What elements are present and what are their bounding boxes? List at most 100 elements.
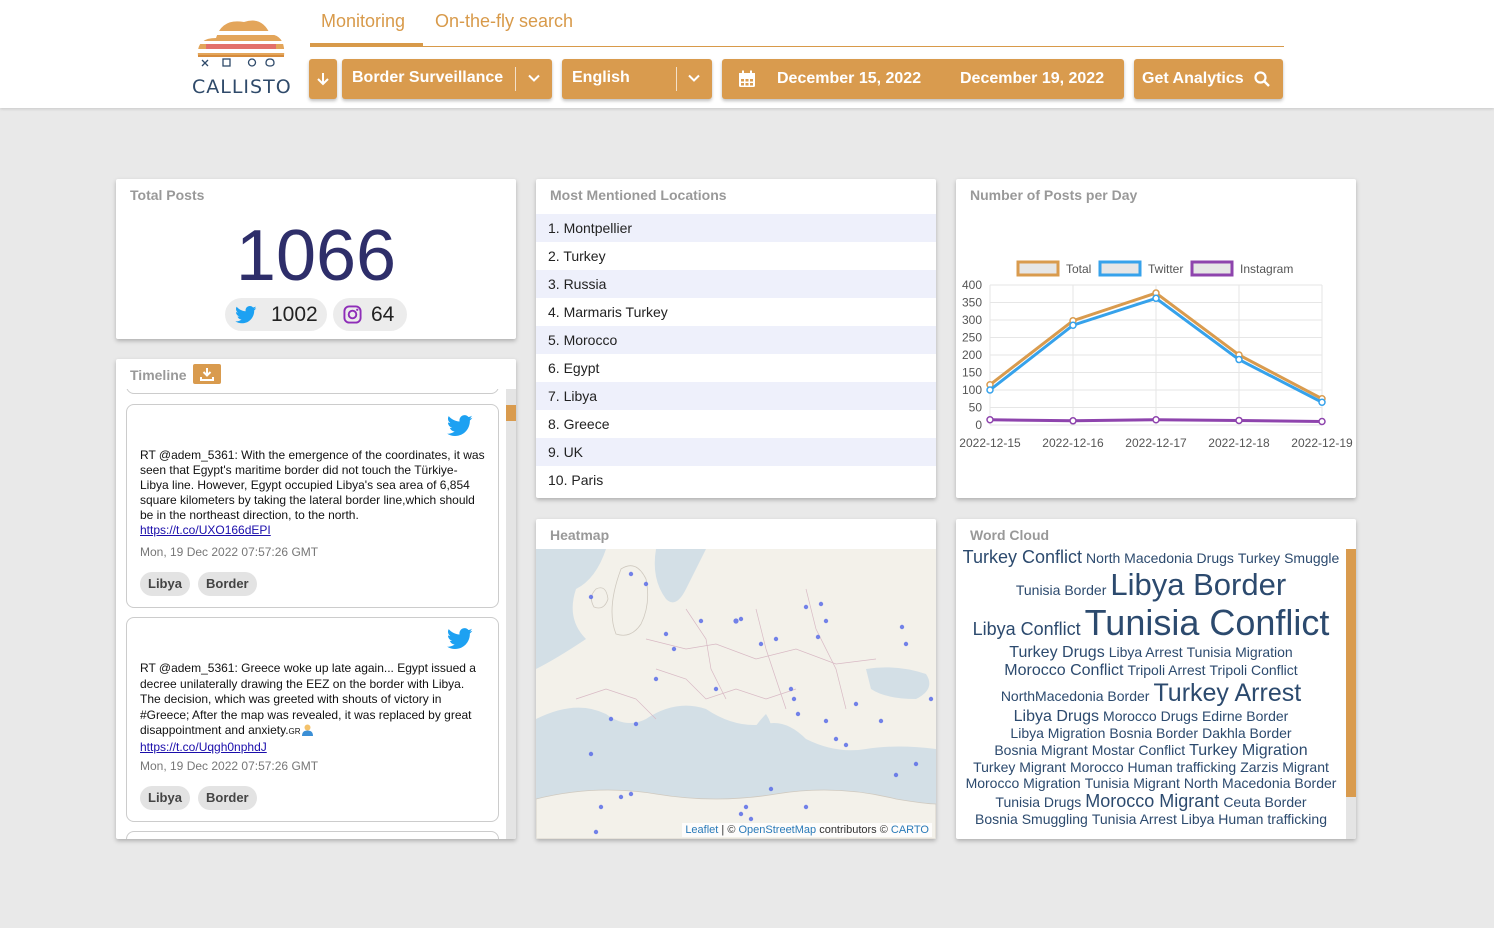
word-cloud-term[interactable]: Bosnia Migrant	[994, 742, 1087, 758]
x-tick-label: 2022-12-18	[1208, 436, 1270, 450]
word-cloud-scrollbar[interactable]	[1346, 549, 1356, 839]
word-cloud-term[interactable]: Tunisia Migration	[1187, 644, 1293, 660]
search-icon	[1254, 71, 1270, 87]
language-select[interactable]: English	[562, 59, 712, 99]
word-cloud-term[interactable]: Libya Human trafficking	[1181, 811, 1327, 827]
word-cloud-term[interactable]: Bosnia Smuggling	[975, 811, 1088, 827]
date-to[interactable]: December 19, 2022	[960, 70, 1104, 88]
twitter-count: 1002	[271, 302, 318, 326]
word-cloud-term[interactable]: Morocco Drugs	[1103, 708, 1198, 724]
callisto-logo[interactable]: CALLISTO	[192, 14, 291, 98]
sort-button[interactable]	[309, 59, 337, 99]
data-point	[1318, 398, 1326, 406]
tab-on-the-fly-search[interactable]: On-the-fly search	[435, 11, 573, 32]
tab-monitoring[interactable]: Monitoring	[310, 11, 423, 47]
scrollbar-thumb[interactable]	[506, 405, 516, 421]
word-cloud-term[interactable]: Libya Conflict	[973, 619, 1081, 639]
word-cloud-term[interactable]: Turkey Drugs	[1009, 644, 1104, 661]
legend-label: Twitter	[1148, 262, 1183, 276]
word-cloud-term[interactable]: Libya Drugs	[1014, 708, 1099, 725]
topic-select-divider	[515, 67, 516, 91]
openstreetmap-link[interactable]: OpenStreetMap	[738, 824, 816, 836]
word-cloud-line: NorthMacedonia Border Turkey Arrest	[956, 679, 1346, 708]
word-cloud-term[interactable]: Turkey Arrest	[1153, 679, 1301, 707]
data-point	[1152, 416, 1160, 424]
tag-badge[interactable]: Border	[198, 786, 257, 810]
twitter-icon	[447, 628, 473, 649]
word-cloud-line: Libya Migration Bosnia Border Dakhla Borde…	[956, 725, 1346, 742]
legend-swatch	[1190, 260, 1234, 277]
y-tick-label: 300	[962, 313, 982, 327]
word-cloud-term[interactable]: Libya Border	[1110, 567, 1286, 602]
word-cloud-term[interactable]: Turkey Migrant	[973, 759, 1066, 775]
tag-badge[interactable]: Libya	[140, 572, 190, 596]
get-analytics-button[interactable]: Get Analytics	[1134, 59, 1283, 99]
posts-per-day-chart[interactable]: 0 50 100 150 200 250 300 350 400 2022-12-15 2022-1…	[956, 179, 1356, 498]
word-cloud-term[interactable]: Tunisia Arrest	[1092, 811, 1177, 827]
word-cloud-term[interactable]: Tunisia Drugs	[995, 794, 1081, 810]
tag-badge[interactable]: Libya	[140, 786, 190, 810]
topic-select[interactable]: Border Surveillance	[342, 59, 552, 99]
attribution-contributors: contributors ©	[816, 824, 891, 836]
post-link[interactable]: https://t.co/Uqgh0nphdJ	[140, 740, 267, 754]
timeline-post	[126, 389, 499, 394]
scrollbar-thumb[interactable]	[1346, 549, 1356, 797]
word-cloud-term[interactable]: Morocco Migration	[966, 775, 1081, 791]
twitter-icon	[235, 305, 257, 323]
word-cloud-term[interactable]: North Macedonia Drugs	[1086, 550, 1234, 566]
word-cloud-term[interactable]: North Macedonia Border	[1184, 775, 1337, 791]
download-button[interactable]	[193, 364, 221, 384]
word-cloud-term[interactable]: Mostar Conflict	[1092, 742, 1185, 758]
flag-label: GR	[288, 727, 301, 736]
word-cloud-line: Tunisia Border Libya Border	[956, 567, 1346, 603]
word-cloud-term[interactable]: Tripoli Conflict	[1210, 662, 1298, 678]
carto-link[interactable]: CARTO	[891, 824, 929, 836]
y-tick-label: 250	[962, 331, 982, 345]
y-tick-label: 350	[962, 296, 982, 310]
data-point	[1152, 294, 1160, 303]
word-cloud-term[interactable]: Tripoli Arrest	[1127, 662, 1205, 678]
word-cloud-term[interactable]: Turkey Smuggle	[1238, 550, 1339, 566]
data-point	[1235, 355, 1243, 364]
word-cloud-term[interactable]: Turkey Migration	[1189, 742, 1308, 759]
word-cloud[interactable]: Turkey Conflict North Macedonia Drugs Turk…	[956, 547, 1346, 839]
post-link[interactable]: https://t.co/UXO166dEPI	[140, 523, 271, 537]
word-cloud-term[interactable]: Morocco Migrant	[1085, 791, 1219, 811]
card-title: Most Mentioned Locations	[550, 187, 727, 203]
y-tick-label: 100	[962, 383, 982, 397]
location-item: 8. Greece	[548, 416, 610, 432]
download-icon	[200, 368, 214, 381]
person-emoji-icon	[301, 724, 314, 736]
word-cloud-term[interactable]: Libya Arrest	[1109, 644, 1183, 660]
word-cloud-term[interactable]: Turkey Conflict	[963, 547, 1082, 567]
word-cloud-term[interactable]: Morocco Conflict	[1004, 662, 1123, 679]
word-cloud-term[interactable]: Dakhla Border	[1202, 725, 1292, 741]
timeline-scrollbar[interactable]	[506, 389, 516, 839]
word-cloud-term[interactable]: Bosnia Border	[1109, 725, 1198, 741]
word-cloud-term[interactable]: Edirne Border	[1202, 708, 1288, 724]
location-item: 6. Egypt	[548, 360, 600, 376]
word-cloud-line: Morocco Migration Tunisia Migrant North Ma…	[956, 775, 1346, 792]
word-cloud-term[interactable]: Zarzis Migrant	[1240, 759, 1329, 775]
word-cloud-term[interactable]: Morocco Human trafficking	[1070, 759, 1236, 775]
legend-swatch	[1016, 260, 1060, 277]
post-date: Mon, 19 Dec 2022 07:57:26 GMT	[140, 545, 319, 559]
card-title: Timeline	[130, 367, 187, 383]
heatmap-map[interactable]: Leaflet | © OpenStreetMap contributors ©…	[536, 549, 936, 839]
word-cloud-term[interactable]: Tunisia Conflict	[1085, 602, 1330, 643]
card-title: Heatmap	[550, 527, 610, 543]
word-cloud-term[interactable]: Tunisia Border	[1016, 582, 1107, 598]
word-cloud-term[interactable]: Libya Migration	[1010, 725, 1105, 741]
timeline-feed[interactable]: RT @adem_5361: With the emergence of the…	[116, 389, 516, 839]
date-range-picker[interactable]: December 15, 2022 December 19, 2022	[722, 59, 1124, 99]
data-point	[986, 416, 994, 424]
tag-badge[interactable]: Border	[198, 572, 257, 596]
word-cloud-line: Turkey Migrant Morocco Human trafficking Z…	[956, 759, 1346, 776]
data-point	[986, 386, 994, 394]
word-cloud-term[interactable]: Tunisia Migrant	[1085, 775, 1180, 791]
word-cloud-term[interactable]: NorthMacedonia Border	[1001, 688, 1150, 704]
word-cloud-term[interactable]: Ceuta Border	[1223, 794, 1306, 810]
location-item: 5. Morocco	[536, 326, 936, 354]
date-from[interactable]: December 15, 2022	[777, 70, 921, 88]
leaflet-link[interactable]: Leaflet	[685, 824, 718, 836]
